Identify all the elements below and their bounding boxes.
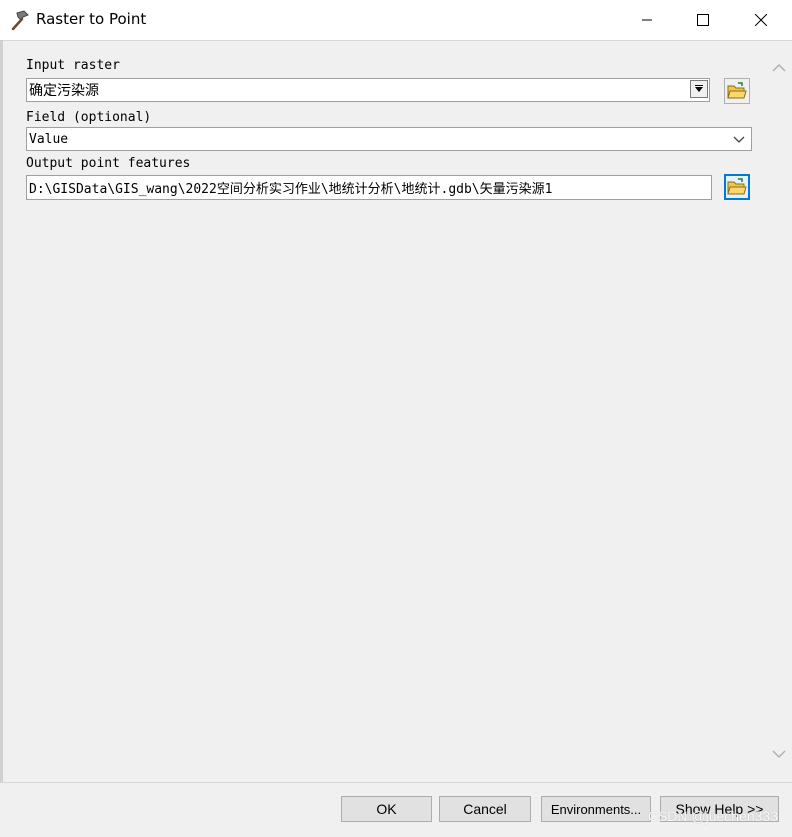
output-features-browse-button[interactable] [724, 174, 750, 200]
input-raster-label: Input raster [26, 58, 120, 73]
input-raster-dropdown-button[interactable] [690, 80, 708, 98]
chevron-down-icon[interactable] [731, 131, 747, 147]
input-raster-browse-button[interactable] [724, 78, 750, 104]
output-features-value: D:\GISData\GIS_wang\2022空间分析实习作业\地统计分析\地… [29, 182, 553, 197]
scroll-up-icon[interactable] [770, 59, 788, 77]
close-button[interactable] [738, 0, 784, 40]
output-features-label: Output point features [26, 156, 191, 171]
input-raster-combobox[interactable]: 确定污染源 [26, 78, 710, 102]
field-label: Field (optional) [26, 110, 152, 125]
close-icon [755, 14, 767, 26]
window-title: Raster to Point [36, 10, 147, 28]
open-folder-icon [727, 178, 747, 195]
maximize-button[interactable] [680, 0, 726, 40]
watermark: CSDN @juechen333 [647, 808, 778, 824]
ok-button[interactable]: OK [341, 796, 432, 822]
output-features-input[interactable]: D:\GISData\GIS_wang\2022空间分析实习作业\地统计分析\地… [26, 175, 712, 200]
open-folder-icon [727, 82, 747, 99]
hammer-icon [8, 8, 32, 32]
dropdown-arrow-icon [695, 85, 703, 92]
title-bar[interactable]: Raster to Point [0, 0, 792, 41]
minimize-button[interactable] [624, 0, 670, 40]
field-value: Value [29, 131, 69, 147]
environments-button[interactable]: Environments... [541, 796, 651, 822]
minimize-icon [642, 19, 652, 21]
cancel-button[interactable]: Cancel [439, 796, 531, 822]
field-combobox[interactable]: Value [26, 127, 752, 151]
vertical-scrollbar[interactable] [766, 41, 792, 782]
maximize-icon [697, 14, 709, 26]
input-raster-value: 确定污染源 [29, 82, 99, 98]
tool-parameters-panel [3, 41, 766, 782]
scroll-down-icon[interactable] [770, 745, 788, 763]
